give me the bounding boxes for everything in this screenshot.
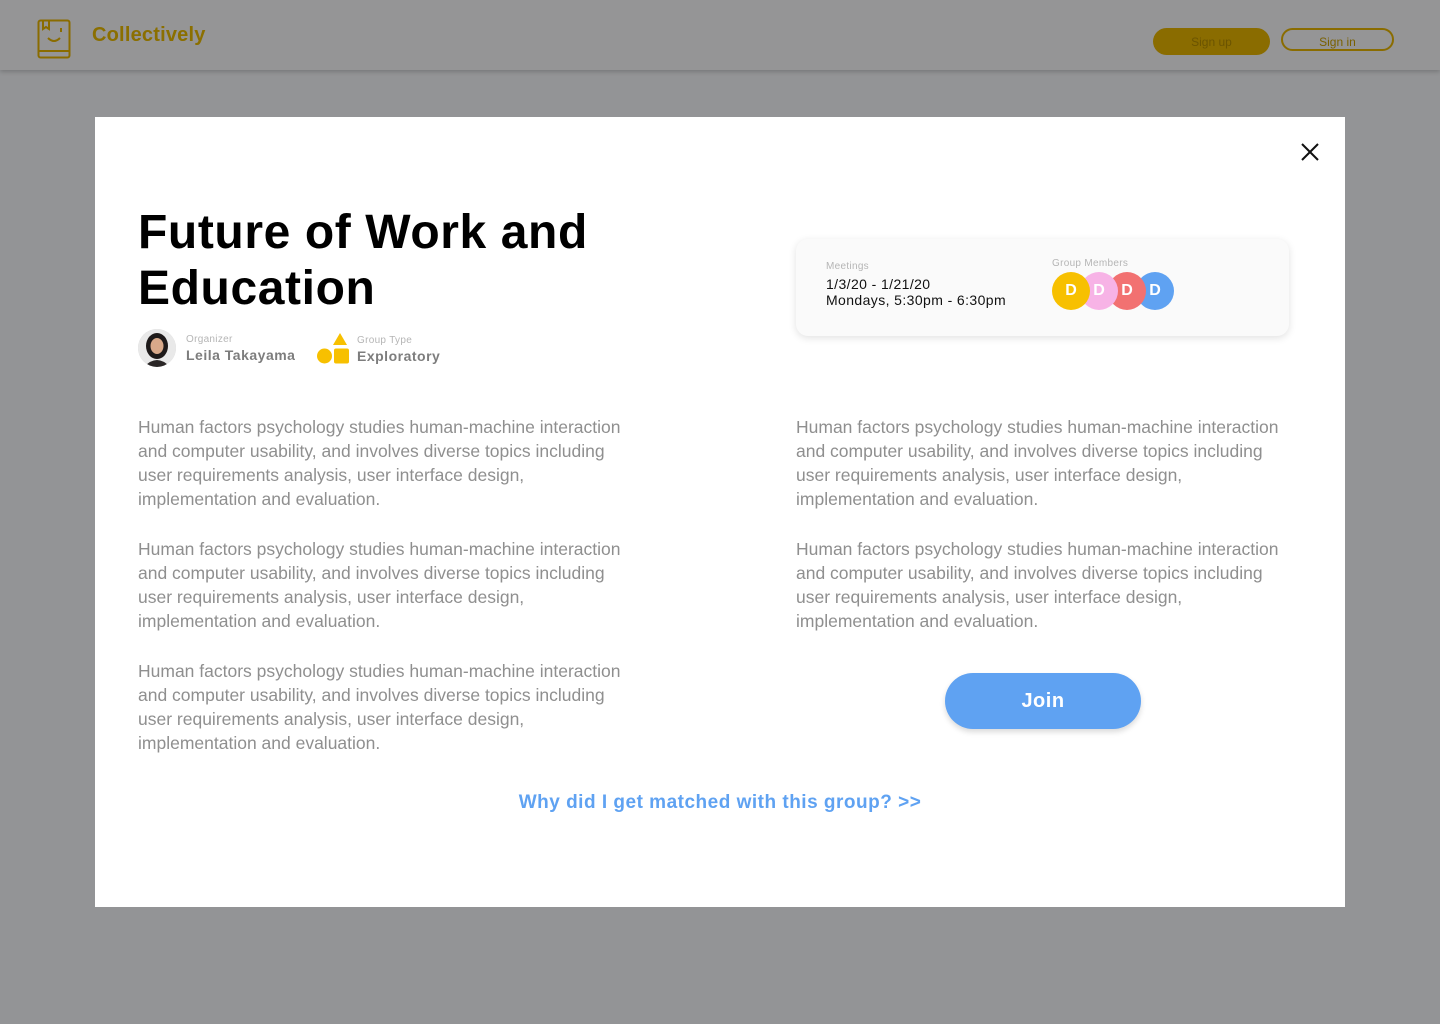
page-title: Future of Work and Education: [138, 206, 588, 315]
description-paragraph: Human factors psychology studies human-m…: [796, 539, 1279, 631]
meetings-card: Meetings 1/3/20 - 1/21/20 Mondays, 5:30p…: [796, 239, 1289, 336]
meeting-schedule: Mondays, 5:30pm - 6:30pm: [826, 292, 1007, 308]
group-type-value: Exploratory: [357, 348, 441, 364]
meeting-dates: 1/3/20 - 1/21/20: [826, 276, 931, 292]
group-type-label: Group Type: [357, 335, 413, 346]
description-paragraph: Human factors psychology studies human-m…: [138, 417, 621, 509]
description-paragraph: Human factors psychology studies human-m…: [796, 417, 1279, 509]
group-members-label: Group Members: [1052, 258, 1129, 269]
organizer-avatar[interactable]: [138, 329, 176, 367]
why-matched-link[interactable]: Why did I get matched with this group? >…: [95, 792, 1345, 814]
top-nav-bar: Collectively Sign up Sign in: [0, 0, 1440, 70]
description-paragraph: Human factors psychology studies human-m…: [138, 661, 621, 753]
sign-in-button[interactable]: Sign in: [1281, 28, 1394, 51]
meetings-label: Meetings: [826, 261, 869, 272]
join-button[interactable]: Join: [945, 673, 1141, 729]
group-detail-modal: Future of Work and Education Organizer L…: [95, 117, 1345, 907]
description-paragraph: Human factors psychology studies human-m…: [138, 539, 621, 631]
sign-up-button[interactable]: Sign up: [1153, 28, 1270, 55]
shapes-icon: [317, 333, 349, 364]
organizer-label: Organizer: [186, 334, 233, 345]
close-icon[interactable]: [1295, 137, 1325, 167]
brand-name[interactable]: Collectively: [92, 24, 206, 47]
member-avatar[interactable]: D: [1052, 272, 1090, 310]
book-smile-icon[interactable]: [37, 19, 71, 59]
organizer-name[interactable]: Leila Takayama: [186, 347, 295, 363]
